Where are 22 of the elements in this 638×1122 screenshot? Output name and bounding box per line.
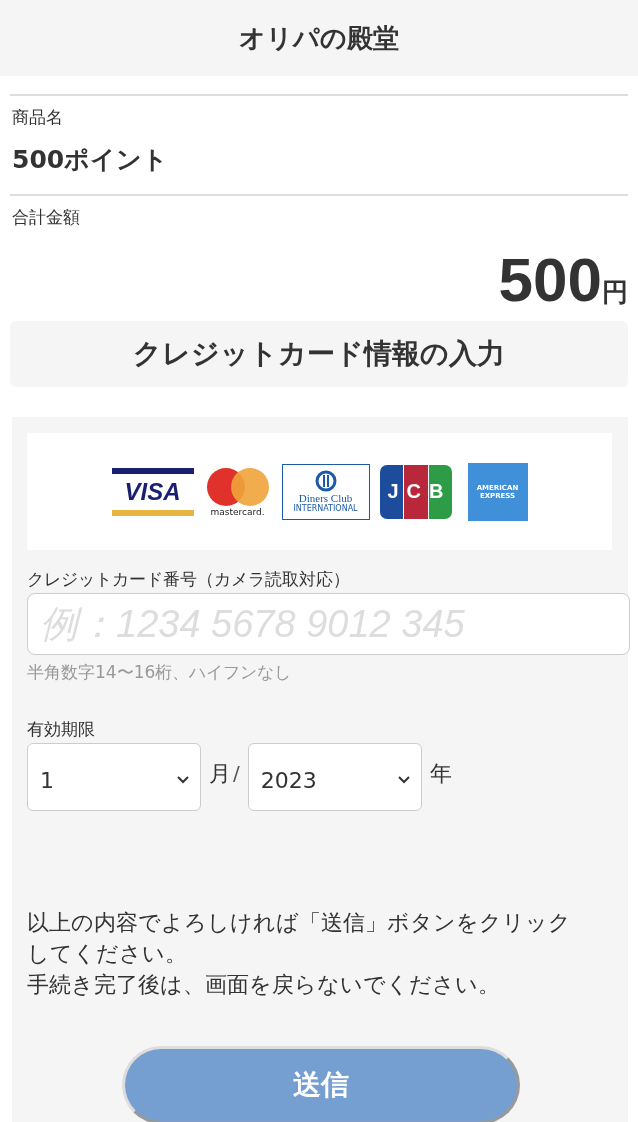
separator: / <box>233 761 240 785</box>
field-label: 合計金額 <box>11 206 81 229</box>
card-logo: Diners Club INTERNATIONAL <box>281 463 370 520</box>
card-logo: mastercard. <box>203 466 272 517</box>
product-name: 500ポイント <box>11 144 170 176</box>
year-select[interactable]: 2023 <box>247 743 422 811</box>
total-amount: 500 <box>498 245 602 315</box>
month-select[interactable]: 1 <box>27 743 201 811</box>
field-label: クレジットカード番号（カメラ読取対応） <box>27 568 351 591</box>
year-unit: 年 <box>429 760 452 788</box>
card-logo: VISA <box>111 467 194 516</box>
section-title: クレジットカード情報の入力 <box>133 336 505 372</box>
month-unit: 月 <box>209 760 231 788</box>
notice-text: 手続き完了後は、画面を戻らないでください。 <box>27 971 501 999</box>
chevron-down-icon <box>396 775 411 785</box>
field-hint: 半角数字14〜16桁、ハイフンなし <box>27 661 293 684</box>
field-label: 有効期限 <box>27 718 96 741</box>
chevron-down-icon <box>176 775 190 785</box>
site-title: オリパの殿堂 <box>239 21 399 55</box>
field-label: 商品名 <box>11 106 64 129</box>
currency-unit: 円 <box>602 276 628 309</box>
notice-text: 以上の内容でよろしければ「送信」ボタンをクリックしてください。 <box>27 909 572 968</box>
